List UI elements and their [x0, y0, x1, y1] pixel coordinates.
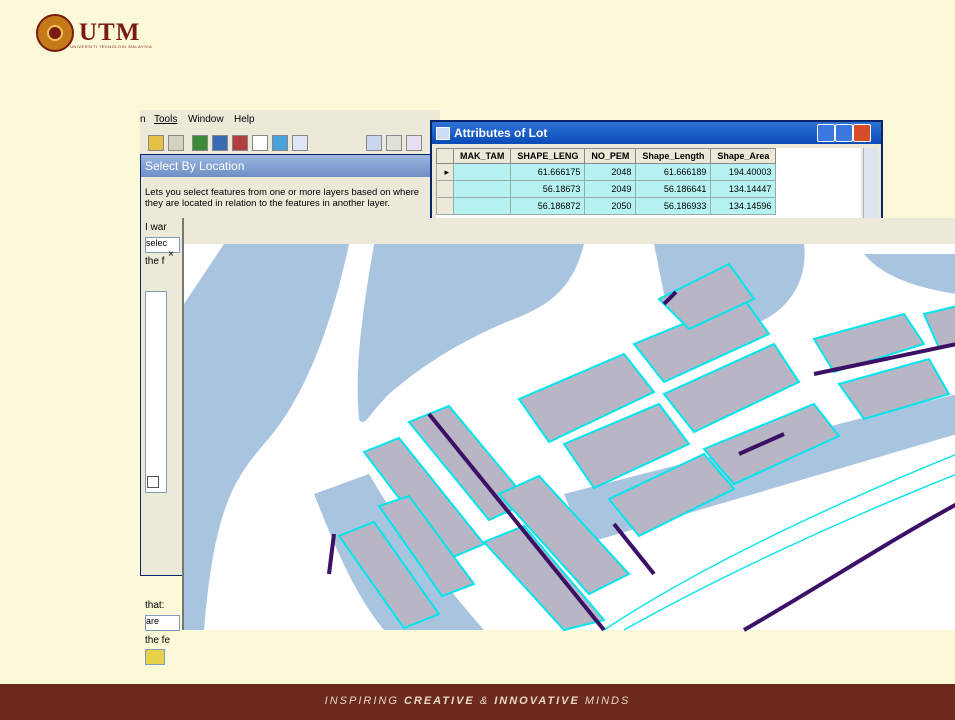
table-cell: 56.186933 — [635, 197, 712, 215]
river-water — [184, 244, 349, 630]
feature-layer-icon[interactable] — [145, 649, 165, 665]
row-selector-header — [436, 148, 454, 164]
lot-parcel — [922, 305, 955, 350]
globe-icon[interactable] — [192, 135, 208, 151]
python-icon[interactable] — [272, 135, 288, 151]
table-cell — [452, 197, 512, 215]
dialog-description: Lets you select features from one or mor… — [145, 187, 420, 209]
layers-list[interactable] — [145, 291, 167, 493]
menu-fragment: n — [140, 114, 146, 125]
table-cell: 2048 — [584, 163, 637, 181]
menu-tools[interactable]: Tools — [154, 114, 177, 125]
column-header[interactable]: SHAPE_LENG — [510, 148, 586, 164]
arccatalog-icon[interactable] — [212, 135, 228, 151]
table-cell: 56.186641 — [635, 180, 712, 198]
attributes-title: Attributes of Lot — [454, 126, 548, 140]
row-selector[interactable] — [436, 180, 454, 198]
table-cell — [452, 180, 512, 198]
attributes-titlebar: Attributes of Lot — [432, 122, 881, 144]
row-selector[interactable] — [436, 197, 454, 215]
menu-window[interactable]: Window — [188, 114, 224, 125]
relationship-dropdown[interactable]: are — [145, 615, 180, 631]
utm-seal-icon — [36, 14, 74, 52]
dock-close-icon[interactable]: × — [168, 250, 178, 260]
only-show-checkbox[interactable] — [147, 476, 159, 488]
window-icon[interactable] — [252, 135, 268, 151]
table-cell: 2050 — [584, 197, 637, 215]
table-cell: 61.666175 — [510, 163, 586, 181]
column-header[interactable]: MAK_TAM — [452, 148, 512, 164]
footer-banner: INSPIRING CREATIVE & INNOVATIVE MINDS — [0, 684, 955, 720]
road-segment — [743, 502, 955, 632]
table-row[interactable]: 56.18673 2049 56.186641 134.14447 — [436, 180, 777, 198]
attributes-window: Attributes of Lot MAK_TAM SHAPE_LENG NO_… — [430, 120, 883, 234]
table-cell: 56.186872 — [510, 197, 586, 215]
table-cell: 61.666189 — [635, 163, 712, 181]
map-display[interactable] — [182, 218, 955, 632]
table-cell: 134.14596 — [710, 197, 777, 215]
that-label: that: — [145, 600, 165, 611]
add-data-icon[interactable] — [148, 135, 164, 151]
column-header[interactable]: Shape_Area — [710, 148, 777, 164]
features-label: the fe — [145, 635, 171, 646]
table-cell: 56.18673 — [510, 180, 586, 198]
map-toolbar-strip — [184, 218, 955, 244]
toolbox-icon[interactable] — [232, 135, 248, 151]
zoom-icon[interactable] — [406, 135, 422, 151]
menu-bar: n Tools Window Help — [140, 110, 440, 130]
table-cell: 194.40003 — [710, 163, 777, 181]
menu-help[interactable]: Help — [234, 114, 255, 125]
identify-icon[interactable] — [366, 135, 382, 151]
attribute-grid: MAK_TAM SHAPE_LENG NO_PEM Shape_Length S… — [436, 148, 777, 215]
footer-slogan: INSPIRING CREATIVE & INNOVATIVE MINDS — [324, 695, 631, 707]
utm-wordmark: UTM — [79, 19, 141, 46]
map-canvas[interactable] — [184, 244, 955, 656]
save-icon[interactable] — [168, 135, 184, 151]
table-cell: 2049 — [584, 180, 637, 198]
column-header[interactable]: Shape_Length — [635, 148, 712, 164]
layers-label: the f — [145, 256, 165, 267]
water-edge — [864, 254, 955, 294]
close-button[interactable] — [853, 124, 871, 142]
table-cell — [452, 163, 512, 181]
table-header-row: MAK_TAM SHAPE_LENG NO_PEM Shape_Length S… — [436, 148, 777, 164]
dialog-title: Select By Location — [141, 155, 433, 177]
minimize-button[interactable] — [817, 124, 835, 142]
help-pointer-icon[interactable] — [292, 135, 308, 151]
column-header[interactable]: NO_PEM — [584, 148, 637, 164]
utm-subtitle: UNIVERSITI TEKNOLOGI MALAYSIA — [70, 44, 153, 49]
measure-icon[interactable] — [386, 135, 402, 151]
row-selector[interactable]: ▸ — [436, 163, 454, 181]
road-segment — [327, 533, 336, 575]
maximize-button[interactable] — [835, 124, 853, 142]
table-cell: 134.14447 — [710, 180, 777, 198]
i-want-label: I war — [145, 222, 167, 233]
table-row[interactable]: ▸ 61.666175 2048 61.666189 194.40003 — [436, 163, 777, 181]
table-row[interactable]: 56.186872 2050 56.186933 134.14596 — [436, 197, 777, 215]
table-icon — [436, 127, 450, 140]
